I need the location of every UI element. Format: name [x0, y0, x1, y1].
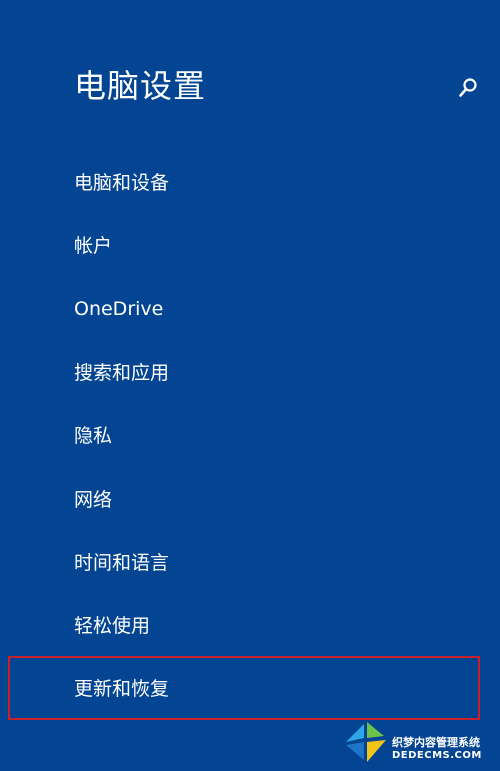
nav-item-search-and-apps[interactable]: 搜索和应用	[74, 356, 169, 390]
nav-item-accounts[interactable]: 帐户	[74, 229, 112, 263]
windows-logo-icon	[346, 722, 386, 762]
nav-item-network[interactable]: 网络	[74, 483, 112, 517]
nav-item-pc-and-devices[interactable]: 电脑和设备	[74, 166, 169, 200]
nav-item-time-and-language[interactable]: 时间和语言	[74, 546, 169, 580]
nav-item-privacy[interactable]: 隐私	[74, 419, 112, 453]
watermark: 织梦内容管理系统 DEDECMS.COM	[340, 712, 500, 771]
settings-nav-list: 电脑和设备 帐户 OneDrive 搜索和应用 隐私 网络 时间和语言 轻松使用…	[0, 0, 500, 771]
nav-item-onedrive[interactable]: OneDrive	[74, 292, 163, 326]
watermark-text-cn: 织梦内容管理系统	[392, 736, 480, 749]
nav-item-update-and-recovery[interactable]: 更新和恢复	[74, 672, 169, 706]
nav-item-ease-of-access[interactable]: 轻松使用	[74, 609, 150, 643]
watermark-text-en: DEDECMS.COM	[392, 750, 482, 761]
